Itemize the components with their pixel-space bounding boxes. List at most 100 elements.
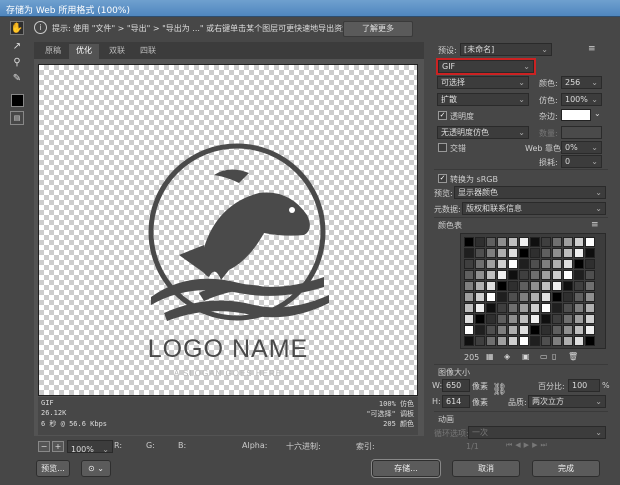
web-shift-icon[interactable]: ◈ (504, 352, 510, 361)
color-table-swatch[interactable] (563, 303, 573, 313)
map-transparent-icon[interactable]: ▦ (486, 352, 494, 361)
color-table-swatch[interactable] (508, 314, 518, 324)
zoom-select[interactable]: 100% ⌄ (67, 440, 113, 453)
animation-controls[interactable]: ⏮◀▶▶⏭ (506, 441, 550, 450)
color-table-swatch[interactable] (563, 292, 573, 302)
color-table-swatch[interactable] (475, 325, 485, 335)
color-table-swatch[interactable] (552, 336, 562, 346)
color-table-swatch[interactable] (574, 303, 584, 313)
color-table-swatch[interactable] (585, 237, 595, 247)
browser-preview-button[interactable]: ⊙ ⌄ (81, 460, 111, 477)
color-table-swatch[interactable] (497, 314, 507, 324)
interlaced-checkbox[interactable] (438, 143, 447, 152)
color-table-swatch[interactable] (519, 292, 529, 302)
color-table-swatch[interactable] (464, 259, 474, 269)
color-table-swatch[interactable] (563, 270, 573, 280)
color-table-swatch[interactable] (541, 336, 551, 346)
color-table-swatch[interactable] (508, 237, 518, 247)
color-table-swatch[interactable] (519, 314, 529, 324)
color-table-swatch[interactable] (464, 314, 474, 324)
color-table-swatch[interactable] (475, 248, 485, 258)
color-table-swatch[interactable] (475, 281, 485, 291)
color-table-menu-icon[interactable]: ≡ (591, 220, 599, 230)
color-table-swatch[interactable] (530, 325, 540, 335)
optimize-menu-icon[interactable]: ≡ (588, 44, 596, 54)
color-table-swatch[interactable] (563, 325, 573, 335)
color-table-swatch[interactable] (519, 248, 529, 258)
format-select[interactable]: GIF ⌄ (436, 58, 536, 75)
trash-icon[interactable]: 🗑 (568, 352, 578, 361)
color-table-swatch[interactable] (486, 270, 496, 280)
color-table-swatch[interactable] (585, 314, 595, 324)
color-table-swatch[interactable] (508, 336, 518, 346)
color-table-swatch[interactable] (541, 259, 551, 269)
color-table-swatch[interactable] (486, 303, 496, 313)
color-table-swatch[interactable] (497, 270, 507, 280)
tab-4-up[interactable]: 四联 (133, 44, 163, 59)
color-table-swatch[interactable] (541, 281, 551, 291)
color-table-swatch[interactable] (563, 281, 573, 291)
color-table-swatch[interactable] (574, 281, 584, 291)
color-table-swatch[interactable] (552, 281, 562, 291)
quality-select[interactable]: 两次立方 ⌄ (528, 395, 606, 408)
color-table-swatch[interactable] (563, 336, 573, 346)
tab-original[interactable]: 原稿 (38, 44, 68, 59)
color-table-swatch[interactable] (563, 248, 573, 258)
color-table-swatch[interactable] (563, 259, 573, 269)
color-table-swatch[interactable] (541, 303, 551, 313)
color-table-swatch[interactable] (508, 281, 518, 291)
color-table-swatch[interactable] (530, 281, 540, 291)
color-table-swatch[interactable] (464, 248, 474, 258)
color-table-swatch[interactable] (486, 237, 496, 247)
color-table-swatch[interactable] (530, 270, 540, 280)
zoom-in-button[interactable]: + (52, 441, 64, 452)
color-table-swatch[interactable] (497, 325, 507, 335)
matte-chevron-down-icon[interactable]: ⌄ (594, 109, 601, 118)
color-table-swatch[interactable] (475, 292, 485, 302)
color-table-swatch[interactable] (574, 270, 584, 280)
color-table-swatch[interactable] (519, 259, 529, 269)
new-color-icon[interactable]: ▭ (540, 352, 548, 361)
color-table-swatch[interactable] (464, 237, 474, 247)
color-table-swatch[interactable] (530, 237, 540, 247)
color-table-swatch[interactable] (508, 325, 518, 335)
color-table-swatch[interactable] (464, 325, 474, 335)
preview-button[interactable]: 预览... (36, 460, 70, 477)
color-table-swatch[interactable] (574, 292, 584, 302)
color-table-swatch[interactable] (508, 292, 518, 302)
color-table-swatch[interactable] (497, 237, 507, 247)
color-table-swatch[interactable] (486, 292, 496, 302)
color-table-swatch[interactable] (530, 336, 540, 346)
amount-input[interactable] (561, 126, 602, 139)
color-table-swatch[interactable] (519, 303, 529, 313)
color-table-swatch[interactable] (497, 248, 507, 258)
color-table-swatch[interactable] (497, 259, 507, 269)
color-table-swatch[interactable] (497, 281, 507, 291)
cancel-button[interactable]: 取消 (452, 460, 520, 477)
done-button[interactable]: 完成 (532, 460, 600, 477)
color-table-swatch[interactable] (475, 336, 485, 346)
preset-select[interactable]: [未命名] ⌄ (460, 43, 552, 56)
color-table-swatch[interactable] (486, 314, 496, 324)
color-table-swatch[interactable] (486, 325, 496, 335)
color-table-swatch[interactable] (552, 303, 562, 313)
color-table-swatch[interactable] (552, 259, 562, 269)
transparency-checkbox[interactable]: ✓ (438, 111, 447, 120)
color-table-swatch[interactable] (508, 259, 518, 269)
color-table-swatch[interactable] (508, 270, 518, 280)
color-table-swatch[interactable] (530, 259, 540, 269)
color-table-swatch[interactable] (475, 237, 485, 247)
color-table-swatch[interactable] (475, 270, 485, 280)
color-table-swatch[interactable] (530, 303, 540, 313)
color-table-swatch[interactable] (464, 292, 474, 302)
color-table-swatch[interactable] (497, 292, 507, 302)
color-table-swatch[interactable] (585, 325, 595, 335)
color-table-swatch[interactable] (552, 270, 562, 280)
color-reduction-select[interactable]: 可选择 ⌄ (437, 76, 529, 89)
metadata-select[interactable]: 版权和联系信息 ⌄ (462, 202, 606, 215)
color-table-swatch[interactable] (552, 314, 562, 324)
zoom-tool-icon[interactable]: ⚲ (10, 55, 24, 69)
color-table-swatch[interactable] (464, 336, 474, 346)
color-table-swatch[interactable] (585, 336, 595, 346)
color-table-swatch[interactable] (574, 314, 584, 324)
